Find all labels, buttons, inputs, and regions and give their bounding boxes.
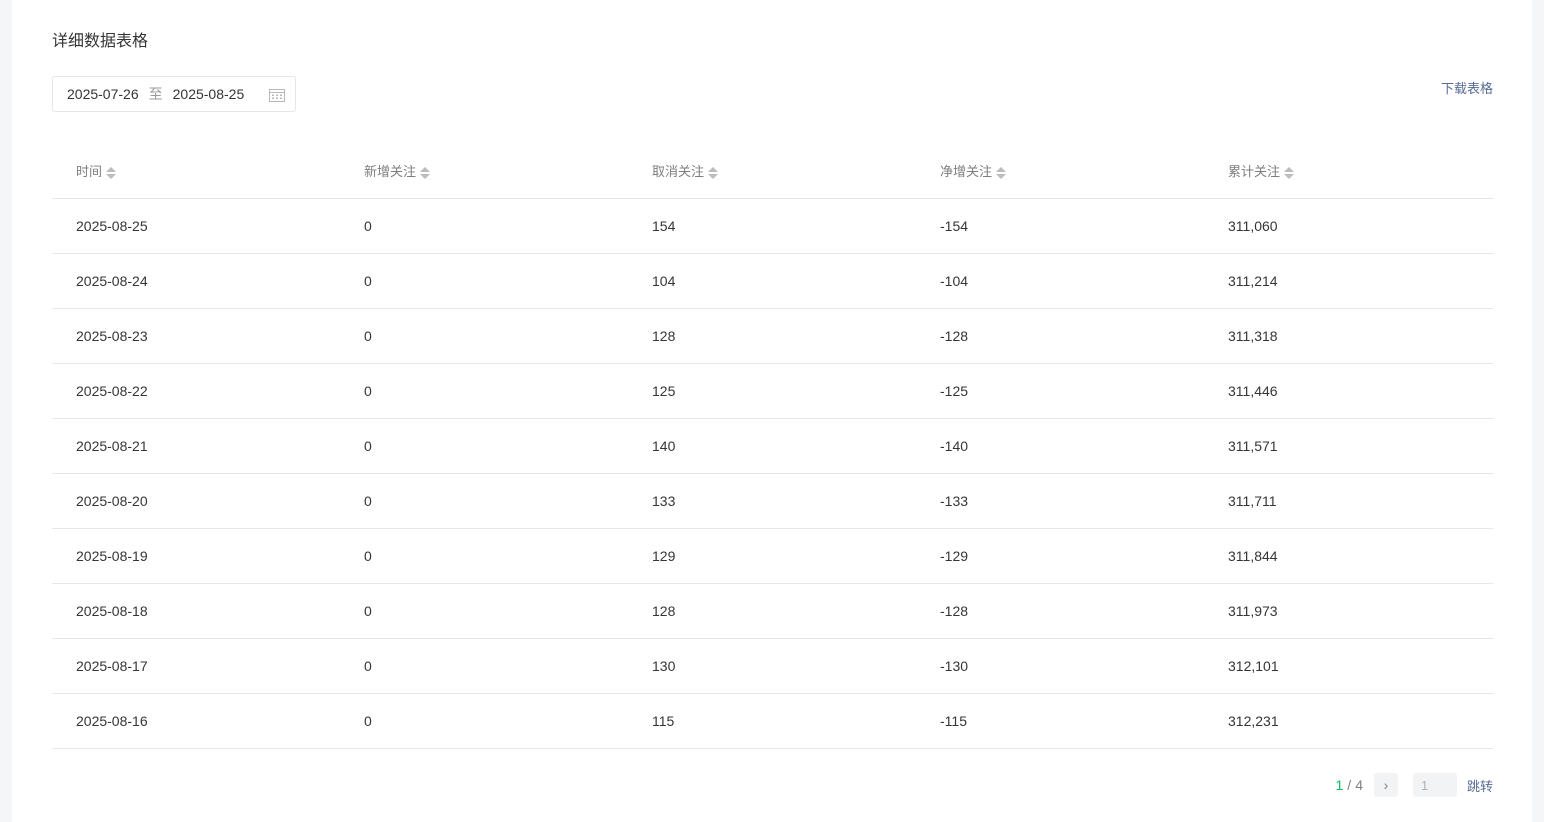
sort-icon[interactable] [106, 166, 117, 180]
calendar-icon[interactable] [269, 88, 285, 102]
cell-net: -115 [916, 693, 1204, 749]
cell-total: 312,231 [1204, 693, 1493, 749]
cell-unfollow: 130 [628, 638, 916, 694]
download-table-link[interactable]: 下载表格 [1441, 78, 1493, 97]
cell-date: 2025-08-25 [52, 198, 340, 254]
cell-net: -128 [916, 308, 1204, 364]
cell-total: 312,101 [1204, 638, 1493, 694]
table-header-row: 时间 新增关注 取消关注 净增关注 累计关注 [52, 144, 1493, 199]
cell-new: 0 [340, 638, 628, 694]
cell-date: 2025-08-19 [52, 528, 340, 584]
cell-date: 2025-08-21 [52, 418, 340, 474]
detail-data-card: 详细数据表格 2025-07-26 至 2025-08-25 下载表格 时间 新… [12, 0, 1532, 822]
cell-unfollow: 115 [628, 693, 916, 749]
column-header-net-follows[interactable]: 净增关注 [916, 144, 1204, 199]
column-header-unfollows[interactable]: 取消关注 [628, 144, 916, 199]
cell-unfollow: 128 [628, 583, 916, 639]
cell-total: 311,060 [1204, 198, 1493, 254]
column-header-new-follows[interactable]: 新增关注 [340, 144, 628, 199]
cell-net: -154 [916, 198, 1204, 254]
cell-unfollow: 133 [628, 473, 916, 529]
column-header-label: 累计关注 [1228, 164, 1281, 180]
cell-date: 2025-08-23 [52, 308, 340, 364]
cell-net: -104 [916, 253, 1204, 309]
cell-total: 311,446 [1204, 363, 1493, 419]
cell-new: 0 [340, 308, 628, 364]
sort-icon[interactable] [1284, 166, 1295, 180]
cell-new: 0 [340, 253, 628, 309]
cell-date: 2025-08-17 [52, 638, 340, 694]
column-header-label: 时间 [76, 164, 103, 180]
cell-total: 311,973 [1204, 583, 1493, 639]
cell-net: -133 [916, 473, 1204, 529]
section-title: 详细数据表格 [52, 33, 149, 50]
table-row: 2025-08-21 0 140 -140 311,571 [52, 418, 1493, 474]
column-header-total-follows[interactable]: 累计关注 [1204, 144, 1493, 199]
chevron-right-icon: › [1383, 777, 1389, 793]
next-page-button[interactable]: › [1373, 773, 1398, 797]
cell-date: 2025-08-16 [52, 693, 340, 749]
table-row: 2025-08-18 0 128 -128 311,973 [52, 583, 1493, 639]
cell-total: 311,711 [1204, 473, 1493, 529]
date-end[interactable]: 2025-08-25 [173, 86, 245, 102]
column-header-time[interactable]: 时间 [52, 144, 340, 199]
table-row: 2025-08-24 0 104 -104 311,214 [52, 253, 1493, 309]
cell-date: 2025-08-20 [52, 473, 340, 529]
cell-total: 311,844 [1204, 528, 1493, 584]
table-row: 2025-08-19 0 129 -129 311,844 [52, 528, 1493, 584]
data-table: 时间 新增关注 取消关注 净增关注 累计关注 2025-08-25 0 154 -15… [52, 144, 1493, 749]
column-header-label: 取消关注 [652, 164, 705, 180]
cell-new: 0 [340, 198, 628, 254]
cell-unfollow: 128 [628, 308, 916, 364]
cell-net: -125 [916, 363, 1204, 419]
table-row: 2025-08-16 0 115 -115 312,231 [52, 693, 1493, 749]
cell-net: -129 [916, 528, 1204, 584]
cell-net: -140 [916, 418, 1204, 474]
cell-unfollow: 154 [628, 198, 916, 254]
table-row: 2025-08-25 0 154 -154 311,060 [52, 198, 1493, 254]
table-row: 2025-08-22 0 125 -125 311,446 [52, 363, 1493, 419]
page-jump-input[interactable] [1412, 773, 1457, 797]
date-start[interactable]: 2025-07-26 [67, 86, 139, 102]
table-row: 2025-08-23 0 128 -128 311,318 [52, 308, 1493, 364]
cell-unfollow: 104 [628, 253, 916, 309]
cell-total: 311,318 [1204, 308, 1493, 364]
cell-new: 0 [340, 418, 628, 474]
page-separator: / [1347, 777, 1352, 793]
cell-new: 0 [340, 473, 628, 529]
cell-total: 311,214 [1204, 253, 1493, 309]
date-separator: 至 [148, 86, 163, 102]
date-range-picker[interactable]: 2025-07-26 至 2025-08-25 [52, 76, 296, 112]
column-header-label: 净增关注 [940, 164, 993, 180]
cell-new: 0 [340, 583, 628, 639]
total-pages: 4 [1355, 777, 1363, 793]
table-row: 2025-08-17 0 130 -130 312,101 [52, 638, 1493, 694]
column-header-label: 新增关注 [364, 164, 417, 180]
sort-icon[interactable] [420, 166, 431, 180]
sort-icon[interactable] [996, 166, 1007, 180]
jump-button[interactable]: 跳转 [1467, 776, 1493, 795]
cell-total: 311,571 [1204, 418, 1493, 474]
cell-unfollow: 129 [628, 528, 916, 584]
cell-unfollow: 140 [628, 418, 916, 474]
cell-unfollow: 125 [628, 363, 916, 419]
cell-date: 2025-08-24 [52, 253, 340, 309]
pagination: 1 / 4 › 跳转 [1335, 773, 1493, 797]
cell-net: -128 [916, 583, 1204, 639]
table-row: 2025-08-20 0 133 -133 311,711 [52, 473, 1493, 529]
cell-new: 0 [340, 693, 628, 749]
current-page: 1 [1335, 777, 1344, 793]
cell-net: -130 [916, 638, 1204, 694]
sort-icon[interactable] [708, 166, 719, 180]
cell-new: 0 [340, 363, 628, 419]
cell-date: 2025-08-18 [52, 583, 340, 639]
cell-date: 2025-08-22 [52, 363, 340, 419]
cell-new: 0 [340, 528, 628, 584]
